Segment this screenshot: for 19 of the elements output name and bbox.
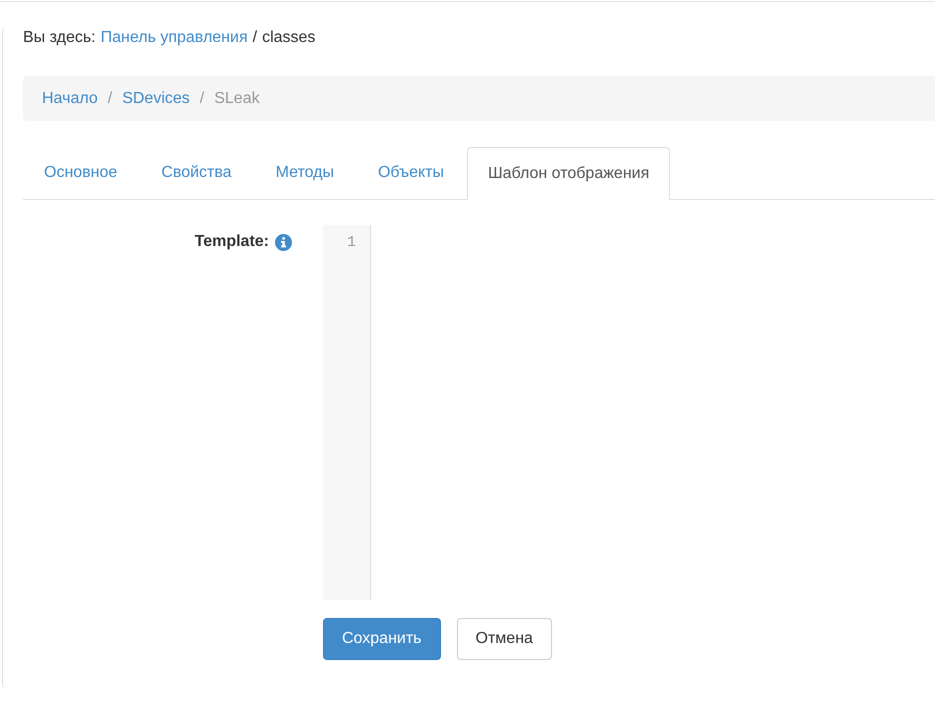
tab[interactable]: Основное <box>23 147 138 199</box>
save-button[interactable]: Сохранить <box>323 618 441 660</box>
breadcrumb-separator: / <box>200 88 204 108</box>
location-current: classes <box>262 28 316 48</box>
template-label: Template: <box>194 232 269 252</box>
tab[interactable]: Объекты <box>356 147 465 199</box>
cancel-button[interactable]: Отмена <box>456 618 552 660</box>
location-link[interactable]: Панель управления <box>100 27 248 49</box>
location-label: Вы здесь: <box>23 28 96 48</box>
breadcrumb-link[interactable]: Начало <box>42 88 98 110</box>
line-number: 1 <box>346 233 356 253</box>
info-icon[interactable] <box>275 234 292 250</box>
tab[interactable]: Свойства <box>140 147 253 199</box>
tab[interactable]: Шаблон отображения <box>466 147 670 200</box>
breadcrumb-separator: / <box>108 88 112 108</box>
tab[interactable]: Методы <box>254 147 355 199</box>
breadcrumb-current: SLeak <box>214 88 260 108</box>
breadcrumb-link[interactable]: SDevices <box>122 88 190 110</box>
location-separator: / <box>252 28 258 48</box>
